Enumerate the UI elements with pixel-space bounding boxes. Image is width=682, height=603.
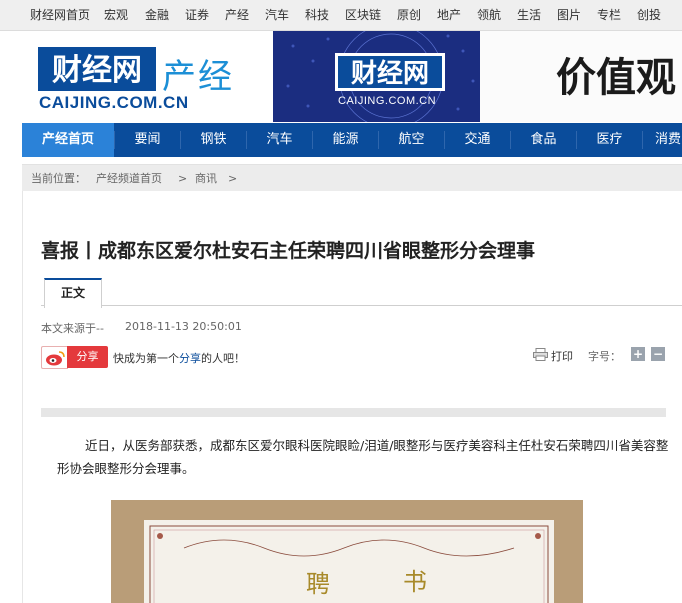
breadcrumb-home[interactable]: 产经频道首页 [96,165,162,192]
article-paragraph: 近日，从医务部获悉，成都东区爱尔眼科医院眼睑/泪道/眼整形与医疗美容科主任杜安石… [57,434,669,480]
share-prompt-text: 的人吧！ [201,352,245,365]
nav-transport[interactable]: 交通 [445,123,510,157]
tab-main-text[interactable]: 正文 [44,278,102,308]
article-title: 喜报丨成都东区爱尔杜安石主任荣聘四川省眼整形分会理事 [41,240,536,262]
topnav-blockchain[interactable]: 区块链 [345,0,381,30]
breadcrumb-section[interactable]: 商讯 [195,165,217,192]
topnav-auto[interactable]: 汽车 [265,0,289,30]
nav-medical[interactable]: 医疗 [577,123,642,157]
logo-domain: CAIJING.COM.CN [39,93,189,112]
topnav-venture[interactable]: 创投 [637,0,661,30]
channel-navigation: 产经首页 要闻 钢铁 汽车 能源 航空 交通 食品 医疗 消费 [22,123,682,157]
article-meta: 本文来源于-- 2018-11-13 20:50:01 [41,320,242,336]
topnav-realestate[interactable]: 地产 [437,0,461,30]
channel-title: 产经 [162,57,234,97]
topnav-securities[interactable]: 证券 [185,0,209,30]
breadcrumb-separator: > [228,172,238,185]
nav-food[interactable]: 食品 [511,123,576,157]
article-datetime: 2018-11-13 20:50:01 [125,320,242,333]
share-prompt: 快成为第一个分享的人吧！ [113,350,245,366]
font-decrease-button[interactable]: − [651,347,665,361]
topnav-life[interactable]: 生活 [517,0,541,30]
breadcrumb: 当前位置： 产经频道首页 > 商讯 > [22,164,682,192]
weibo-icon[interactable] [41,346,68,369]
site-header: 财经网 产经 CAIJING.COM.CN 财经网 CAIJING.COM.CN… [0,31,682,122]
breadcrumb-prefix: 当前位置： [31,172,86,185]
paragraph-text: 近日，从医务部获悉，成都东区爱尔眼科医院眼睑/泪道/眼整形与医疗美容科主任杜安石… [57,438,669,476]
topnav-tech[interactable]: 科技 [305,0,329,30]
tab-underline [41,305,682,306]
share-button[interactable]: 分享 [67,346,108,368]
certificate-border [149,525,549,603]
nav-aviation[interactable]: 航空 [379,123,444,157]
certificate-text: 书 [403,568,427,596]
print-label: 打印 [551,350,573,363]
breadcrumb-separator: > [178,172,188,185]
topnav-home[interactable]: 财经网首页 [30,0,90,30]
share-link[interactable]: 分享 [179,352,201,365]
caijing-logo[interactable]: 财经网 [38,47,156,91]
article-source: 本文来源于-- [41,322,104,335]
topnav-industry[interactable]: 产经 [225,0,249,30]
certificate-text: 聘 [306,570,330,598]
banner-logo: 财经网 [335,53,445,91]
banner-logo-text: 财经网 [351,58,429,89]
logo-text: 财经网 [52,53,142,88]
font-increase-button[interactable]: + [631,347,645,361]
topnav-leader[interactable]: 领航 [477,0,501,30]
nav-consumer[interactable]: 消费 [643,123,682,157]
topnav-original[interactable]: 原创 [397,0,421,30]
banner-slogan: 价值观 [556,54,676,101]
topnav-finance[interactable]: 金融 [145,0,169,30]
nav-auto[interactable]: 汽车 [247,123,312,157]
header-banner-ad[interactable]: 财经网 CAIJING.COM.CN 价值观 [273,31,682,122]
nav-industry-home[interactable]: 产经首页 [22,123,114,157]
topnav-macro[interactable]: 宏观 [104,0,128,30]
font-size-label: 字号： [588,350,621,363]
nav-headlines[interactable]: 要闻 [115,123,180,157]
banner-domain: CAIJING.COM.CN [338,95,437,107]
topnav-photos[interactable]: 图片 [557,0,581,30]
article-image[interactable]: 聘 书 [111,500,583,603]
content-divider [41,408,666,417]
top-navigation: 财经网首页 宏观 金融 证券 产经 汽车 科技 区块链 原创 地产 领航 生活 … [0,0,682,31]
topnav-columns[interactable]: 专栏 [597,0,621,30]
printer-icon [533,348,548,361]
nav-energy[interactable]: 能源 [313,123,378,157]
share-prompt-text: 快成为第一个 [113,352,179,365]
nav-steel[interactable]: 钢铁 [181,123,246,157]
